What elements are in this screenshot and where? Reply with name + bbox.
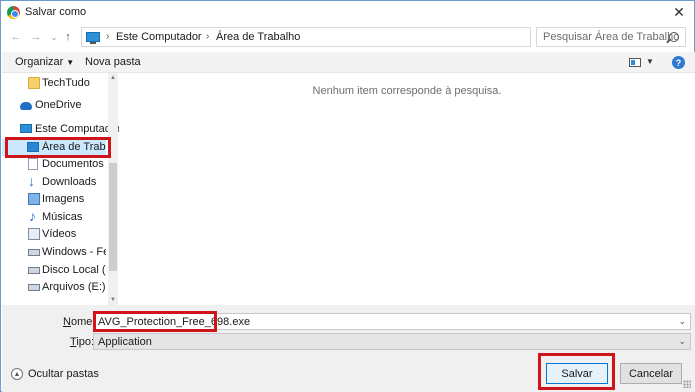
breadcrumb-este-computador[interactable]: Este Computador	[116, 31, 202, 43]
breadcrumb-separator-icon: ›	[206, 31, 210, 42]
hide-folders-label: Ocultar pastas	[28, 368, 99, 380]
organize-label: Organizar	[15, 56, 64, 68]
downloads-icon	[28, 173, 40, 189]
hide-folders-toggle[interactable]: ▲ Ocultar pastas	[11, 368, 99, 380]
sidebar-item-downloads[interactable]: Downloads	[2, 173, 106, 191]
videos-icon	[28, 228, 40, 240]
sidebar-item-label: Músicas	[42, 211, 83, 223]
scroll-up-icon[interactable]: ▲	[108, 73, 118, 83]
sidebar-item-este-computador[interactable]: Este Computador	[2, 121, 121, 138]
up-arrow-icon[interactable]: ↑	[61, 30, 75, 44]
cloud-icon	[20, 102, 32, 110]
breadcrumb-area-de-trabalho[interactable]: Área de Trabalho	[216, 31, 300, 43]
sidebar-item-musicas[interactable]: Músicas	[2, 208, 106, 226]
navigation-scrollbar[interactable]: ▲ ▼	[108, 73, 118, 305]
navigation-pane: TechTudo OneDrive Este Computador Área d…	[2, 73, 121, 305]
computer-icon	[20, 124, 32, 133]
drive-icon	[28, 284, 40, 291]
save-as-dialog: Salvar como ✕ ← → ⌄ ↑ › Este Computador …	[0, 0, 695, 392]
name-label: Nome:	[63, 316, 95, 328]
scroll-down-icon[interactable]: ▼	[108, 295, 118, 305]
sidebar-item-label: Imagens	[42, 193, 85, 205]
sidebar-item-label: OneDrive	[35, 99, 82, 111]
save-button[interactable]: Salvar	[546, 363, 608, 384]
music-icon	[28, 208, 40, 224]
type-label-text: ipo:	[76, 336, 95, 348]
empty-results-message: Nenhum item corresponde à pesquisa.	[312, 85, 502, 97]
search-placeholder: Pesquisar Área de Trabalho	[543, 31, 680, 43]
command-toolbar: Organizar ▼ Nova pasta ▼ ?	[2, 52, 695, 73]
scrollbar-thumb[interactable]	[109, 163, 117, 271]
sidebar-item-arquivos-e[interactable]: Arquivos (E:)	[2, 279, 106, 296]
address-bar[interactable]: › Este Computador › Área de Trabalho ⌄ ↻	[81, 27, 606, 47]
sidebar-item-label: Downloads	[42, 176, 97, 188]
search-icon	[669, 32, 679, 42]
back-arrow-icon[interactable]: ←	[9, 30, 23, 44]
recent-locations-chevron-icon[interactable]: ⌄	[47, 30, 61, 44]
sidebar-item-videos[interactable]: Vídeos	[2, 226, 106, 243]
view-dropdown-chevron-icon[interactable]: ▼	[646, 57, 654, 66]
view-options-icon[interactable]	[629, 58, 641, 67]
file-type-select[interactable]: Application ⌄	[93, 333, 691, 350]
images-icon	[28, 193, 40, 205]
sidebar-item-label: Arquivos (E:)	[42, 281, 106, 293]
cancel-button[interactable]: Cancelar	[620, 363, 682, 384]
type-label: Tipo:	[70, 336, 94, 348]
file-type-value: Application	[98, 336, 152, 348]
help-icon[interactable]: ?	[672, 56, 685, 69]
sidebar-item-documentos[interactable]: Documentos	[2, 156, 106, 173]
new-folder-button[interactable]: Nova pasta	[85, 56, 141, 68]
window-title: Salvar como	[25, 6, 87, 18]
documents-icon	[28, 158, 38, 170]
computer-icon	[86, 32, 100, 44]
name-label-text: ome:	[70, 316, 96, 328]
drive-icon	[28, 249, 40, 256]
sidebar-item-label: Vídeos	[42, 228, 77, 240]
sidebar-item-label: Documentos	[42, 158, 104, 170]
name-label-accesskey: N	[63, 316, 71, 328]
drive-icon	[28, 267, 40, 274]
sidebar-item-onedrive[interactable]: OneDrive	[2, 97, 106, 114]
organize-caret-icon: ▼	[66, 58, 75, 67]
sidebar-item-imagens[interactable]: Imagens	[2, 191, 106, 208]
folder-icon	[28, 77, 40, 89]
sidebar-item-disco-local-d[interactable]: Disco Local (D:)	[2, 262, 106, 279]
file-list-area[interactable]: Nenhum item corresponde à pesquisa.	[119, 73, 695, 305]
close-button[interactable]: ✕	[668, 3, 690, 21]
annotation-highlight-selected-folder	[5, 137, 111, 158]
chevron-up-icon: ▲	[11, 368, 23, 380]
breadcrumb-separator-icon: ›	[106, 31, 110, 42]
annotation-highlight-file-name	[93, 311, 217, 332]
sidebar-item-techtudo[interactable]: TechTudo	[2, 75, 106, 92]
organize-button[interactable]: Organizar ▼	[15, 56, 74, 68]
sidebar-item-windows-drive[interactable]: Windows - Felip	[2, 244, 106, 261]
sidebar-item-label: Windows - Felip	[42, 246, 106, 258]
chrome-app-icon	[7, 6, 20, 19]
file-type-dropdown-chevron-icon[interactable]: ⌄	[678, 336, 686, 347]
resize-grip[interactable]	[683, 380, 691, 388]
sidebar-item-label: TechTudo	[42, 77, 90, 89]
title-bar: Salvar como ✕	[1, 1, 694, 24]
forward-arrow-icon[interactable]: →	[29, 30, 43, 44]
sidebar-item-label: Disco Local (D:)	[42, 264, 106, 276]
file-name-dropdown-chevron-icon[interactable]: ⌄	[678, 316, 686, 327]
search-input[interactable]: Pesquisar Área de Trabalho	[536, 27, 686, 47]
